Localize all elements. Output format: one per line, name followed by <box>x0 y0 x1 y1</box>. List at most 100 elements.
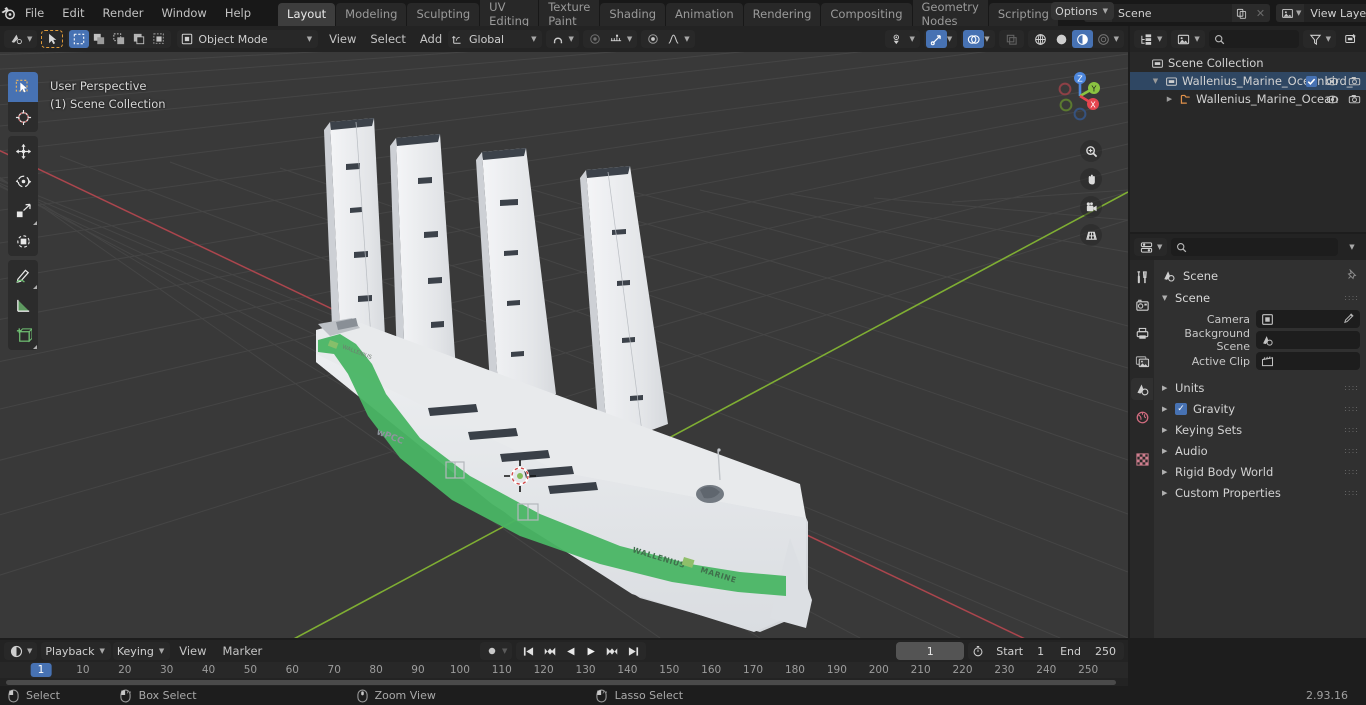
start-frame-field[interactable]: Start 1 <box>988 642 1052 660</box>
workspace-tab-rendering[interactable]: Rendering <box>743 2 821 26</box>
options-button[interactable]: Options ▼ <box>1051 2 1114 20</box>
transform-tool[interactable] <box>8 226 38 256</box>
record-dot-icon[interactable] <box>482 642 502 660</box>
texture-tab[interactable] <box>1131 448 1153 470</box>
eyedropper-icon[interactable] <box>1343 312 1355 327</box>
panel-header-keying-sets[interactable]: ▶ Keying Sets:::: <box>1154 419 1366 440</box>
move-tool[interactable] <box>8 136 38 166</box>
difference-select-icon[interactable] <box>129 30 149 48</box>
disclosure-collapsed-icon[interactable]: ▶ <box>1162 447 1169 455</box>
timeline-editor-icon[interactable] <box>6 642 27 660</box>
proportional-edit-icon[interactable] <box>585 30 605 48</box>
viewport-menu-select[interactable]: Select <box>363 30 412 48</box>
property-value-field[interactable] <box>1256 331 1360 349</box>
timeline-menu-keying[interactable]: Keying ▼ <box>112 642 171 660</box>
navigation-gizmo[interactable]: Z Y X <box>1048 64 1112 128</box>
disable-in-renders-icon[interactable] <box>1348 93 1361 105</box>
jump-to-end-icon[interactable] <box>623 642 644 660</box>
gravity-checkbox[interactable]: ✓ <box>1175 402 1187 415</box>
timeline-menu-view[interactable]: View <box>172 642 213 660</box>
outliner-display-mode-selector[interactable]: ▼ <box>1134 30 1168 48</box>
menu-window[interactable]: Window <box>152 3 215 23</box>
property-value-field[interactable] <box>1256 352 1360 370</box>
play-reverse-icon[interactable] <box>561 642 581 660</box>
xray-toggle-icon[interactable] <box>1001 30 1022 48</box>
intersect-select-icon[interactable] <box>149 30 169 48</box>
workspace-tab-modeling[interactable]: Modeling <box>336 2 407 26</box>
menu-file[interactable]: File <box>16 3 53 23</box>
camera-view-icon[interactable] <box>1080 196 1102 218</box>
disclosure-expanded-icon[interactable]: ▼ <box>1150 77 1161 85</box>
workspace-tab-scripting[interactable]: Scripting <box>988 2 1058 26</box>
hide-in-viewport-icon[interactable] <box>1326 76 1339 87</box>
panel-header-units[interactable]: ▶ Units:::: <box>1154 377 1366 398</box>
panel-header-gravity[interactable]: ▶ ✓ Gravity:::: <box>1154 398 1366 419</box>
pan-view-icon[interactable] <box>1080 168 1102 190</box>
object-visibility-icon[interactable] <box>887 30 909 48</box>
outliner-id-type-selector[interactable]: ▼ <box>1171 30 1205 48</box>
cursor-tool[interactable] <box>8 102 38 132</box>
cursor-select-tool-toggle[interactable] <box>41 30 64 48</box>
properties-search-input[interactable] <box>1171 238 1338 256</box>
toggle-perspective-icon[interactable] <box>1080 224 1102 246</box>
timeline-menu-marker[interactable]: Marker <box>216 642 270 660</box>
mode-selector[interactable]: Object Mode ▼ <box>177 30 319 48</box>
workspace-tab-layout[interactable]: Layout <box>278 2 336 26</box>
disclosure-collapsed-icon[interactable]: ▶ <box>1164 95 1175 103</box>
gizmo-icon[interactable] <box>925 30 947 48</box>
wireframe-shading-icon[interactable] <box>1030 30 1051 48</box>
timeline-playhead[interactable]: 1 <box>30 663 52 677</box>
material-preview-shading-icon[interactable] <box>1071 30 1093 48</box>
overlays-icon[interactable] <box>963 30 985 48</box>
workspace-tab-compositing[interactable]: Compositing <box>821 2 912 26</box>
view-layer-tab[interactable] <box>1131 350 1153 372</box>
transform-orientation-selector[interactable]: Global ▼ <box>448 30 543 48</box>
viewport-menu-view[interactable]: View <box>322 30 363 48</box>
new-collection-icon[interactable] <box>1340 30 1362 48</box>
falloff-curve-icon[interactable] <box>663 30 684 48</box>
snap-increment-icon[interactable] <box>605 30 627 48</box>
workspace-tab-animation[interactable]: Animation <box>666 2 743 26</box>
panel-header-scene[interactable]: ▼ Scene :::: <box>1154 288 1366 308</box>
render-tab[interactable] <box>1131 294 1153 316</box>
measure-tool[interactable] <box>8 290 38 320</box>
workspace-tab-sculpting[interactable]: Sculpting <box>407 2 480 26</box>
collection-checkbox[interactable] <box>1306 75 1317 87</box>
disclosure-collapsed-icon[interactable]: ▶ <box>1162 489 1169 497</box>
outliner-filter-button[interactable]: ▼ <box>1302 30 1336 48</box>
zoom-view-icon[interactable] <box>1080 140 1102 162</box>
world-tab[interactable] <box>1131 406 1153 428</box>
properties-editor-icon[interactable] <box>1136 238 1157 256</box>
extend-select-icon[interactable] <box>89 30 109 48</box>
menu-help[interactable]: Help <box>216 3 260 23</box>
disclosure-collapsed-icon[interactable]: ▶ <box>1162 405 1169 413</box>
stopwatch-icon[interactable] <box>968 642 988 660</box>
disable-in-renders-icon[interactable] <box>1348 75 1361 87</box>
pin-icon[interactable] <box>1346 268 1358 284</box>
scene-tab[interactable] <box>1131 378 1153 400</box>
unlink-scene-icon[interactable]: ✕ <box>1251 4 1271 22</box>
play-icon[interactable] <box>581 642 601 660</box>
jump-to-start-icon[interactable] <box>518 642 539 660</box>
blender-logo-icon[interactable] <box>0 0 16 26</box>
timeline-menu-playback[interactable]: Playback ▼ <box>41 642 111 660</box>
editor-type-3d-icon[interactable] <box>6 30 27 48</box>
panel-header-rigid-body-world[interactable]: ▶ Rigid Body World:::: <box>1154 461 1366 482</box>
outliner-search-input[interactable] <box>1208 30 1299 48</box>
properties-editor-type-selector[interactable]: ▼ <box>1134 238 1168 256</box>
properties-options-chevron-icon[interactable]: ▼ <box>1342 238 1362 256</box>
3d-viewport[interactable]: wPCC WALLENIUS MARINE WALLENIUS User Per… <box>0 52 1128 638</box>
timeline-editor[interactable]: ▼ Playback ▼ Keying ▼ View Marker ▼ 1 St… <box>0 640 1128 686</box>
outliner-id-type-icon[interactable] <box>1173 30 1194 48</box>
new-scene-icon[interactable] <box>1232 4 1252 22</box>
add-cube-tool[interactable] <box>8 320 38 350</box>
scale-tool[interactable] <box>8 196 38 226</box>
filter-funnel-icon[interactable] <box>1305 30 1326 48</box>
timeline-scrollbar-track[interactable] <box>0 678 1128 686</box>
timeline-ruler[interactable]: 10 20 30 40 50 60 70 80 90 100 110 120 130 140 150 160 1… <box>0 662 1128 678</box>
viewport-menu-add[interactable]: Add <box>413 30 449 48</box>
proportional-editing-toggle-icon[interactable] <box>643 30 663 48</box>
outliner-row[interactable]: Scene Collection <box>1130 54 1366 72</box>
view-layer-name-field[interactable]: View Layer <box>1304 4 1366 22</box>
box-select-icon[interactable] <box>69 30 90 48</box>
